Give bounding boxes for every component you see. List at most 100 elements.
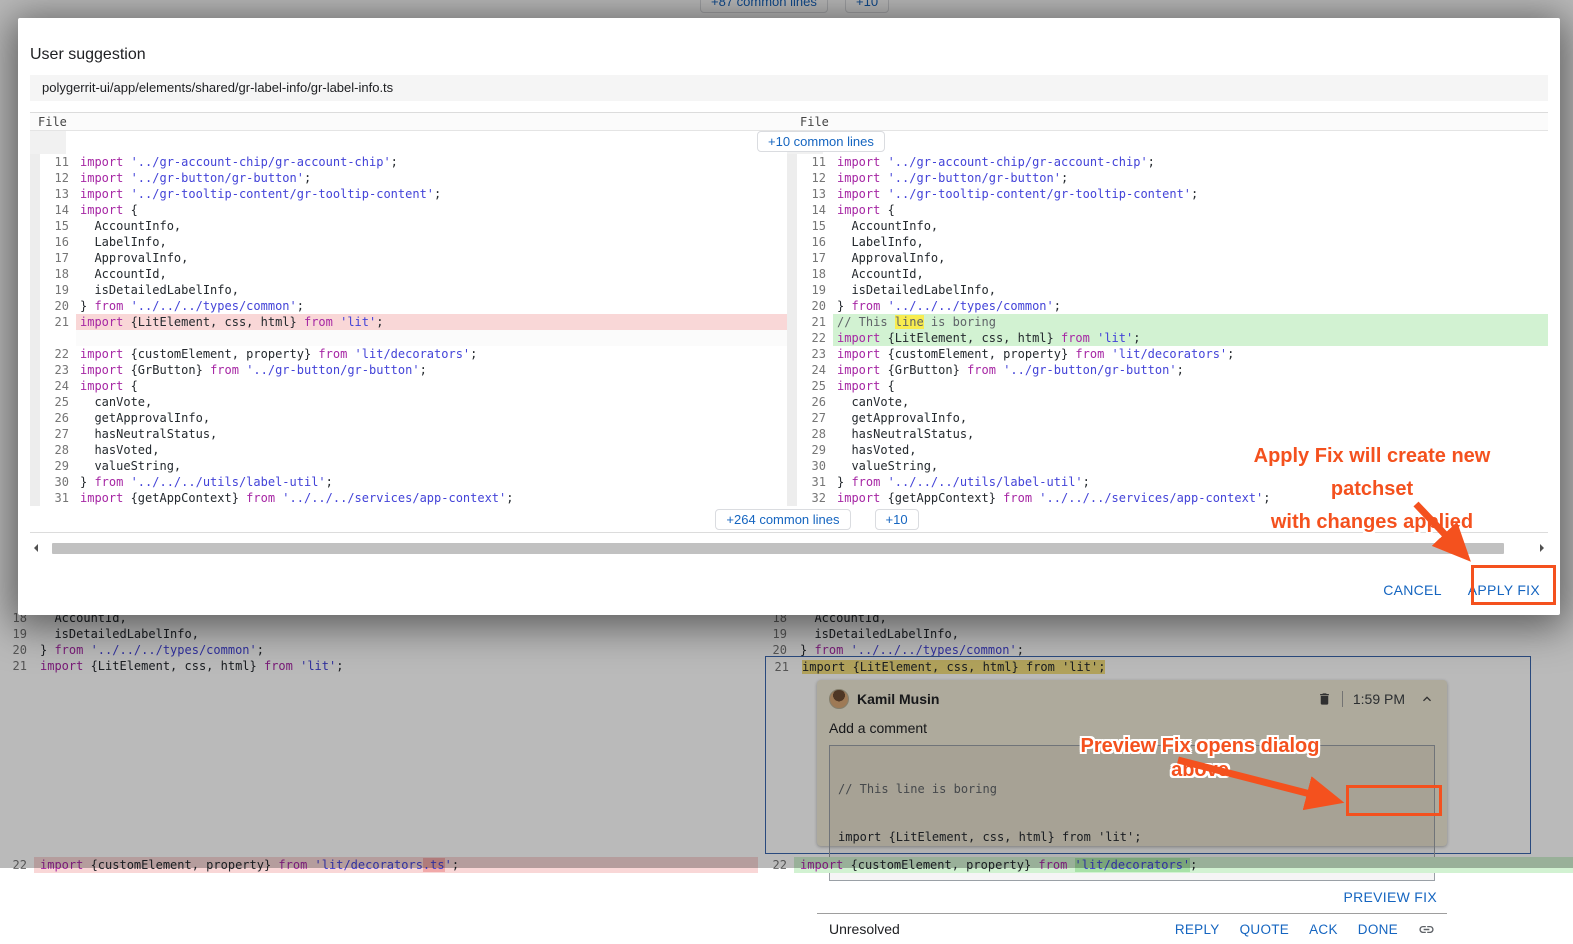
code-line: import {	[76, 378, 787, 394]
expander-10-common-lines[interactable]: +10 common lines	[757, 131, 885, 152]
diff-row: 31} from '../../../utils/label-util';	[787, 474, 1548, 490]
horizontal-scrollbar[interactable]	[30, 542, 1548, 554]
done-button[interactable]: DONE	[1358, 922, 1398, 937]
gutter-strip	[787, 378, 797, 394]
diff-row: 11import '../gr-account-chip/gr-account-…	[30, 154, 787, 170]
code-line: hasVoted,	[833, 442, 1548, 458]
line-number: 20	[40, 298, 76, 314]
apply-fix-button[interactable]: APPLY FIX	[1468, 582, 1540, 598]
diff-row: 17 ApprovalInfo,	[787, 250, 1548, 266]
diff-right-pane: 11import '../gr-account-chip/gr-account-…	[787, 154, 1548, 506]
line-number: 15	[40, 218, 76, 234]
line-number: 16	[40, 234, 76, 250]
gutter-strip	[30, 234, 40, 250]
gutter-strip	[30, 266, 40, 282]
line-number: 26	[40, 410, 76, 426]
comment-footer: Unresolved REPLY QUOTE ACK DONE	[817, 914, 1447, 944]
gutter-strip	[787, 170, 797, 186]
code-line: hasVoted,	[76, 442, 787, 458]
scroll-left-arrow[interactable]	[30, 544, 38, 552]
code-line: AccountInfo,	[76, 218, 787, 234]
gutter-strip	[30, 346, 40, 362]
line-number: 29	[797, 442, 833, 458]
code-line: ApprovalInfo,	[76, 250, 787, 266]
diff-left-pane: 11import '../gr-account-chip/gr-account-…	[30, 154, 787, 506]
line-number: 28	[797, 426, 833, 442]
cancel-button[interactable]: CANCEL	[1383, 582, 1442, 598]
diff-row: 27 getApprovalInfo,	[787, 410, 1548, 426]
diff-row: 20} from '../../../types/common';	[30, 298, 787, 314]
ack-button[interactable]: ACK	[1309, 922, 1338, 937]
diff-table: File File +10 common lines 11import '../…	[30, 112, 1548, 533]
gutter-strip	[30, 250, 40, 266]
diff-row: 28 hasVoted,	[30, 442, 787, 458]
gutter-strip	[30, 442, 40, 458]
line-number: 23	[797, 346, 833, 362]
code-line: AccountId,	[833, 266, 1548, 282]
code-line: hasNeutralStatus,	[833, 426, 1548, 442]
code-line: import {LitElement, css, html} from 'lit…	[76, 314, 787, 330]
line-number: 28	[40, 442, 76, 458]
code-line: getApprovalInfo,	[76, 410, 787, 426]
line-number: 31	[797, 474, 833, 490]
diff-row: 21// This line is boring	[787, 314, 1548, 330]
expander-plus-10-bottom[interactable]: +10	[875, 509, 919, 530]
code-line: LabelInfo,	[833, 234, 1548, 250]
gutter-strip	[787, 186, 797, 202]
quote-button[interactable]: QUOTE	[1240, 922, 1290, 937]
preview-fix-button[interactable]: PREVIEW FIX	[1343, 889, 1437, 905]
diff-row: 27 hasNeutralStatus,	[30, 426, 787, 442]
diff-row: 14import {	[787, 202, 1548, 218]
line-number: 13	[797, 186, 833, 202]
dialog-footer: CANCEL APPLY FIX	[18, 568, 1560, 612]
gutter-strip	[787, 314, 797, 330]
diff-row: 26 canVote,	[787, 394, 1548, 410]
line-number: 30	[797, 458, 833, 474]
line-number: 31	[40, 490, 76, 506]
line-number: 18	[40, 266, 76, 282]
diff-row: 20} from '../../../types/common';	[787, 298, 1548, 314]
line-number: 14	[40, 202, 76, 218]
line-number: 19	[40, 282, 76, 298]
diff-row: 23import {customElement, property} from …	[787, 346, 1548, 362]
diff-row: 28 hasNeutralStatus,	[787, 426, 1548, 442]
line-number: 27	[40, 426, 76, 442]
gutter-strip	[30, 426, 40, 442]
expander-264-common-lines[interactable]: +264 common lines	[715, 509, 850, 530]
code-line: hasNeutralStatus,	[76, 426, 787, 442]
code-line: import {GrButton} from '../gr-button/gr-…	[76, 362, 787, 378]
reply-button[interactable]: REPLY	[1175, 922, 1220, 937]
gutter-strip	[787, 474, 797, 490]
diff-row: 12import '../gr-button/gr-button';	[787, 170, 1548, 186]
gutter-strip	[787, 490, 797, 506]
scroll-right-arrow[interactable]	[1540, 544, 1548, 552]
code-line: // This line is boring	[833, 314, 1548, 330]
line-number: 32	[797, 490, 833, 506]
scrollbar-thumb[interactable]	[52, 543, 1504, 554]
diff-row: 24import {GrButton} from '../gr-button/g…	[787, 362, 1548, 378]
code-line: import '../gr-tooltip-content/gr-tooltip…	[833, 186, 1548, 202]
code-line: valueString,	[76, 458, 787, 474]
line-number: 21	[40, 314, 76, 330]
code-line: isDetailedLabelInfo,	[833, 282, 1548, 298]
code-line: valueString,	[833, 458, 1548, 474]
line-number: 26	[797, 394, 833, 410]
gutter-strip	[787, 298, 797, 314]
diff-row: 18 AccountId,	[787, 266, 1548, 282]
link-icon[interactable]	[1418, 921, 1435, 938]
gutter-strip	[787, 346, 797, 362]
code-line: import {customElement, property} from 'l…	[833, 346, 1548, 362]
gutter-strip	[30, 410, 40, 426]
diff-row: 24import {	[30, 378, 787, 394]
gutter-strip	[30, 458, 40, 474]
line-number: 25	[40, 394, 76, 410]
diff-row: 30} from '../../../utils/label-util';	[30, 474, 787, 490]
diff-row: 21import {LitElement, css, html} from 'l…	[30, 314, 787, 330]
diff-row: 13import '../gr-tooltip-content/gr-toolt…	[30, 186, 787, 202]
diff-row: 15 AccountInfo,	[30, 218, 787, 234]
gutter-strip	[30, 298, 40, 314]
diff-row: 31import {getAppContext} from '../../../…	[30, 490, 787, 506]
gutter-strip	[30, 186, 40, 202]
code-line: LabelInfo,	[76, 234, 787, 250]
diff-row: 19 isDetailedLabelInfo,	[787, 282, 1548, 298]
